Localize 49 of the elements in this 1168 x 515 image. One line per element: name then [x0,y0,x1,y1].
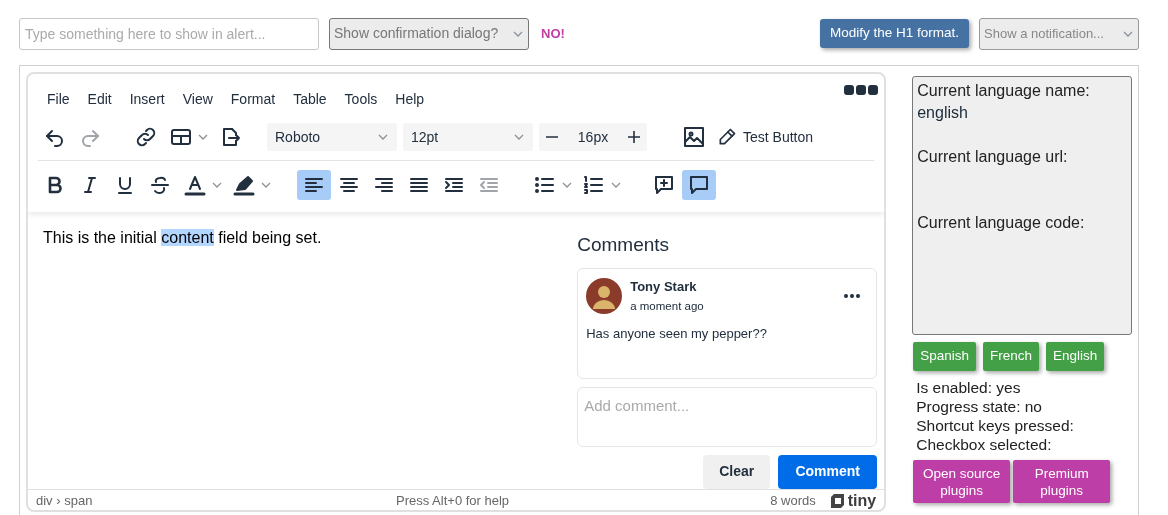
status-line: Shortcut keys pressed: [916,416,1075,435]
editor-content-text: This is the initial content field being set. [43,228,323,248]
menu-item[interactable]: View [173,84,222,114]
menu-item[interactable]: Help [386,84,434,114]
add-comment-field[interactable]: Add comment... [577,386,878,447]
font-size-stepper[interactable]: 16px [539,123,647,151]
info-label: Current language url: [917,147,1069,167]
word-count: 8 words [770,492,816,510]
plugin-button[interactable]: Premium plugins [1013,460,1111,503]
alert-input-field[interactable]: Type something here to show in alert... [19,17,319,50]
menu-item[interactable]: Edit [78,84,121,114]
comment-time: a moment ago [630,299,705,314]
menu-item[interactable]: Table [284,84,336,114]
tiny-logo[interactable]: tiny [829,489,877,510]
info-label: Current language code: [917,213,1086,233]
status-line: Progress state: no [916,397,1043,416]
font-size-value: 16px [577,127,609,147]
comment-author: Tony Stark [630,277,698,296]
toolbar-dropdown[interactable]: 12pt [403,123,533,151]
confirm-result-text: NO! [541,24,565,43]
more-icon[interactable] [844,84,879,96]
menu-item[interactable]: Format [221,84,285,114]
avatar-icon [586,277,623,314]
image-icon [682,125,706,149]
status-line: Is enabled: yes [916,378,1022,397]
status-line: Checkbox selected: [916,435,1053,454]
info-label: Current language name: [917,81,1091,101]
help-hint: Press Alt+0 for help [396,492,510,510]
menu-item[interactable]: Tools [335,84,387,114]
toolbar-dropdown[interactable]: Roboto [267,123,397,151]
clear-button[interactable]: Clear [703,454,771,489]
element-path: div › span [36,492,94,510]
logo-icon [829,493,846,509]
link-icon [134,125,158,149]
menu-item[interactable]: Insert [120,84,174,114]
more-icon[interactable] [844,293,861,298]
confirm-dropdown[interactable]: Show confirmation dialog? [329,17,529,50]
plus-icon[interactable] [627,130,641,144]
modify-h1-button[interactable]: Modify the H1 format. [819,19,969,48]
comments-title: Comments [577,233,671,257]
menu-item[interactable]: File [38,84,79,114]
plugin-button[interactable]: Open source plugins [913,460,1011,503]
test-button[interactable]: Test Button [712,122,819,152]
pencil-icon [717,127,737,147]
toolbar-button[interactable] [297,169,331,200]
comment-button[interactable]: Comment [778,454,878,489]
toolbar-button[interactable] [682,169,716,200]
comment-text: Has anyone seen my pepper?? [586,325,768,344]
info-value: english [917,103,969,123]
